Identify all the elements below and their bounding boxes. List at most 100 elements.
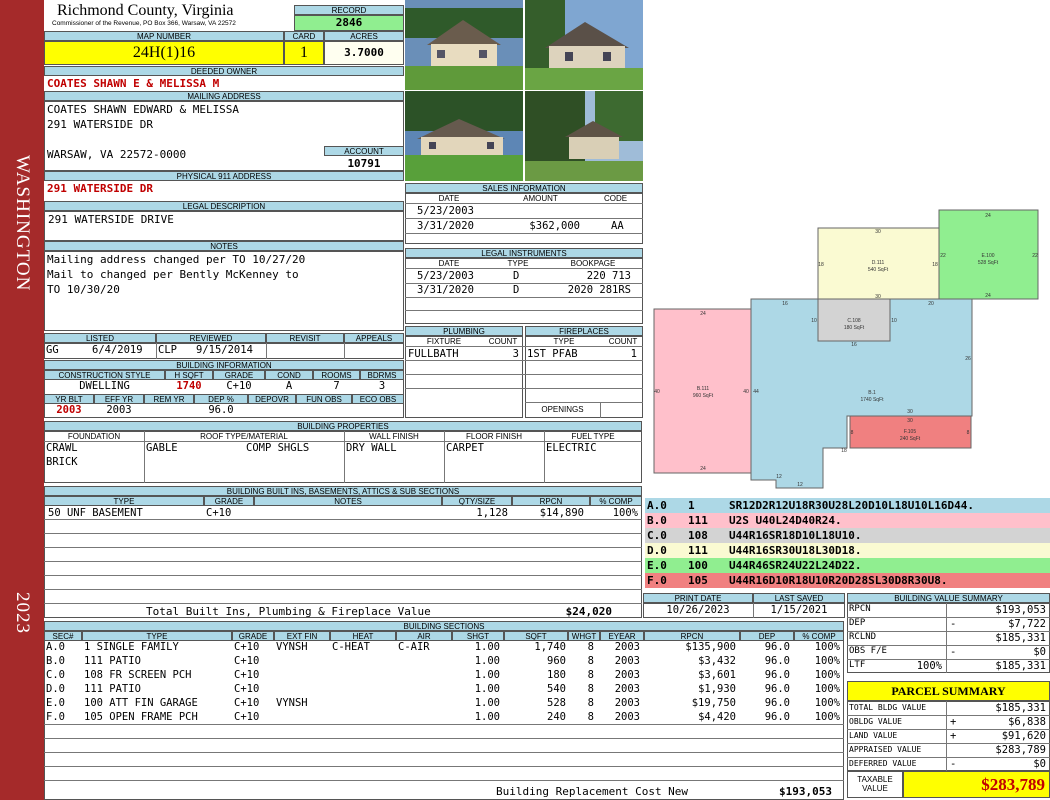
col-fuel: FUEL TYPE — [571, 432, 615, 441]
section-extfin: VYNSH — [276, 641, 308, 653]
builtins-total-label: Total Built Ins, Plumbing & Fireplace Va… — [146, 605, 431, 618]
col-remyr: REM YR — [144, 394, 194, 404]
house-photo-4 — [525, 91, 643, 181]
sketch-area-a: 1740 SqFt — [860, 397, 884, 403]
sketch-dim: 30 — [907, 418, 913, 424]
col-construction-style: CONSTRUCTION STYLE — [44, 370, 165, 380]
section-dep: 96.0 — [764, 641, 790, 653]
sketch-dim: 26 — [965, 356, 971, 362]
instr-col-date: DATE — [438, 259, 460, 268]
county-subtitle: Commissioner of the Revenue, PO Box 366,… — [52, 20, 236, 27]
legend-desc: U44R16D10R18U10R20D28SL30D8R30U8. — [729, 574, 948, 587]
builtins-col-comp: % COMP — [590, 496, 642, 506]
fireplace-count: 1 — [630, 348, 637, 360]
builtins-col-notes: NOTES — [254, 496, 442, 506]
section-grade: C+10 — [234, 641, 260, 653]
col-effyr: EFF YR — [94, 394, 144, 404]
sec-col-rpcn: RPCN — [644, 631, 740, 641]
sketch-label-b: B.111 — [697, 386, 710, 392]
section-sec: A.0 — [46, 641, 65, 653]
section-sec: F.0 — [46, 711, 65, 723]
owner-name: COATES SHAWN E & MELISSA M — [47, 77, 220, 90]
sketch-area-d: 540 SqFt — [868, 267, 889, 273]
mailing-line-2: 291 WATERSIDE DR — [47, 118, 153, 131]
section-eyear: 2003 — [614, 683, 640, 695]
fireplace-col-type: TYPE — [553, 337, 575, 346]
obldg-label: OBLDG VALUE — [849, 717, 902, 726]
ltf-label: LTF — [849, 660, 866, 670]
replacement-cost-label: Building Replacement Cost New — [496, 785, 689, 798]
sketch-area-e: 528 SqFt — [978, 260, 999, 266]
sketch-dim: 18 — [932, 262, 938, 268]
mailing-line-3: WARSAW, VA 22572-0000 — [47, 148, 187, 161]
section-sqft: 528 — [547, 697, 566, 709]
heated-sqft: 1740 — [176, 380, 202, 392]
section-whgt: 8 — [587, 669, 594, 681]
section-comp: 100% — [814, 655, 840, 667]
obldg-value: $6,838 — [1008, 716, 1046, 728]
col-depovr: DEPOVR — [248, 394, 296, 404]
section-sqft: 960 — [547, 655, 566, 667]
sketch-dim: 18 — [841, 448, 847, 454]
builtin-qty: 1,128 — [476, 507, 508, 519]
instr-row-bookpage: 2020 281RS — [567, 284, 631, 296]
rclnd-label: RCLND — [849, 632, 877, 642]
house-photo-2 — [525, 0, 643, 90]
section-sec: E.0 — [46, 697, 65, 709]
section-type: 105 OPEN FRAME PCH — [84, 711, 198, 723]
instruments-label: LEGAL INSTRUMENTS — [405, 248, 643, 258]
record-box: 2846 — [294, 15, 404, 31]
legend-code: F.0 — [647, 574, 667, 587]
owner-label: DEEDED OWNER — [44, 66, 404, 76]
map-number: 24H(1)16 — [132, 44, 196, 61]
legend-code: E.0 — [647, 559, 667, 572]
section-shgt: 1.00 — [474, 655, 500, 667]
county-title: Richmond County, Virginia — [57, 2, 234, 19]
sketch-label-a: B.1 — [868, 390, 876, 396]
section-type: 108 FR SCREEN PCH — [84, 669, 192, 681]
taxable-value-box: $283,789 — [903, 771, 1050, 798]
deferred-label: DEFERRED VALUE — [849, 759, 917, 768]
section-rpcn: $3,432 — [698, 655, 736, 667]
section-eyear: 2003 — [614, 697, 640, 709]
card-label: CARD — [284, 31, 324, 41]
instr-row-date: 3/31/2020 — [417, 284, 474, 296]
acres-box: 3.7000 — [324, 41, 404, 65]
sidebar: WASHINGTON 2023 — [0, 0, 44, 800]
foundation-2: BRICK — [46, 456, 78, 468]
record-label: RECORD — [294, 5, 404, 15]
instr-col-bookpage: BOOKPAGE — [570, 259, 616, 268]
sketch-dim: 30 — [907, 409, 913, 415]
legend-desc: SR12D2R12U18R30U28L20D10L18U10L16D44. — [729, 499, 975, 512]
section-whgt: 8 — [587, 655, 594, 667]
instr-row-type: D — [513, 270, 520, 282]
district-label: WASHINGTON — [12, 155, 33, 292]
section-type: 111 PATIO — [84, 655, 141, 667]
legend-num: 111 — [688, 514, 708, 527]
col-funobs: FUN OBS — [296, 394, 352, 404]
grade-value: C+10 — [226, 380, 252, 392]
sketch-area-c: 180 SqFt — [844, 325, 865, 331]
legend-code: C.0 — [647, 529, 667, 542]
sketch-dim: 30 — [875, 294, 881, 300]
card-box: 1 — [284, 41, 324, 65]
obs-label: OBS F/E — [849, 646, 887, 656]
appeals-label: APPEALS — [344, 333, 404, 343]
section-shgt: 1.00 — [474, 711, 500, 723]
builtins-col-rpcn: RPCN — [512, 496, 590, 506]
section-shgt: 1.00 — [474, 669, 500, 681]
col-ecoobs: ECO OBS — [352, 394, 404, 404]
section-rpcn: $1,930 — [698, 683, 736, 695]
sec-col-type: TYPE — [82, 631, 232, 641]
instr-col-type: TYPE — [507, 259, 529, 268]
section-eyear: 2003 — [614, 711, 640, 723]
legend-num: 111 — [688, 544, 708, 557]
legal-description: 291 WATERSIDE DRIVE — [48, 213, 174, 226]
section-comp: 100% — [814, 683, 840, 695]
taxable-label-box: TAXABLE VALUE — [847, 771, 903, 798]
sketch-area-b: 960 SqFt — [693, 393, 714, 399]
cond-value: A — [285, 380, 293, 392]
obs-value: $0 — [1033, 646, 1046, 658]
depreciation: 96.0 — [208, 404, 234, 416]
sketch-dim: 10 — [891, 318, 897, 324]
